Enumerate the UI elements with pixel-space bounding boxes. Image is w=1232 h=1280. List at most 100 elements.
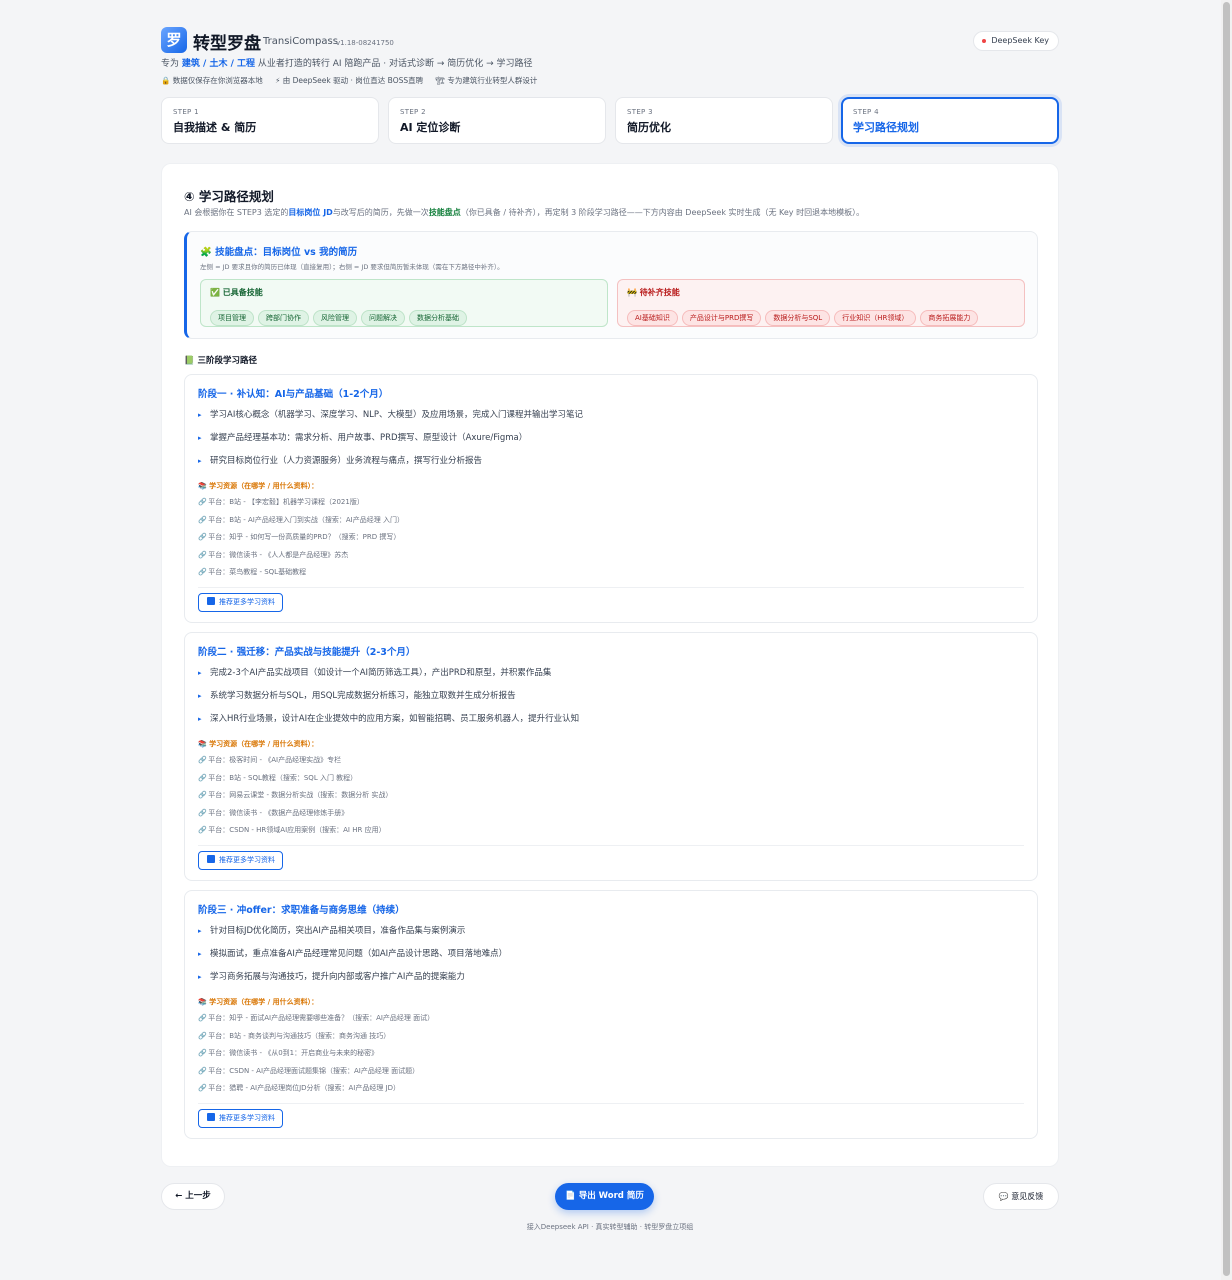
- resource-item[interactable]: 🔗 平台：CSDN - AI产品经理面试题集锦（搜索：AI产品经理 面试题）: [198, 1066, 434, 1084]
- goal-item: 深入HR行业场景，设计AI在企业提效中的应用方案，如智能招聘、员工服务机器人，提…: [198, 713, 579, 736]
- resource-item[interactable]: 🔗 平台：B站 - AI产品经理入门到实战（搜索：AI产品经理 入门）: [198, 515, 404, 533]
- page-footer: 接入Deepseek API · 真实转型辅助 · 转型罗盘立项组: [526, 1223, 694, 1231]
- resource-text: 平台：微信读书 - 《从0到1：开启商业与未来的秘密》: [208, 1049, 379, 1058]
- link-icon: 🔗: [198, 515, 207, 524]
- more-resources-button[interactable]: 推荐更多学习资料: [198, 593, 283, 612]
- more-resources-button[interactable]: 推荐更多学习资料: [198, 851, 283, 870]
- more-resources-label: 推荐更多学习资料: [219, 598, 275, 606]
- stage-card-3: 阶段三 · 冲offer：求职准备与商务思维（持续） 针对目标JD优化简历，突出…: [184, 890, 1038, 1139]
- stage-title: 阶段三 · 冲offer：求职准备与商务思维（持续）: [198, 905, 405, 916]
- link-icon: 🔗: [198, 773, 207, 782]
- step-number: STEP 2: [400, 108, 426, 116]
- resource-text: 平台：微信读书 - 《数据产品经理修炼手册》: [208, 808, 349, 817]
- link-icon: 🔗: [198, 826, 207, 835]
- step-number: STEP 4: [853, 108, 879, 116]
- link-icon: 🔗: [198, 498, 207, 506]
- resource-item[interactable]: 🔗 平台：B站 - 商务谈判与沟通技巧（搜索：商务沟通 技巧）: [198, 1031, 434, 1049]
- resource-item[interactable]: 🔗 平台：菜鸟教程 - SQL基础教程: [198, 567, 404, 585]
- stage-goals: 完成2-3个AI产品实战项目（如设计一个AI简历筛选工具），产出PRD和原型，并…: [198, 667, 579, 736]
- resource-item[interactable]: 🔗 平台：微信读书 - 《从0到1：开启商业与未来的秘密》: [198, 1048, 434, 1066]
- skill-tag: 数据分析与SQL: [765, 310, 831, 326]
- resource-text: 平台：网易云课堂 - 数据分析实战（搜索：数据分析 实战）: [208, 791, 393, 800]
- link-icon: 🔗: [198, 550, 207, 559]
- tab-step-1[interactable]: STEP 1 自我描述 & 简历: [161, 97, 379, 144]
- goal-item: 掌握产品经理基本功：需求分析、用户故事、PRD撰写、原型设计（Axure/Fig…: [198, 432, 583, 455]
- resource-text: 平台：微信读书 - 《人人都是产品经理》苏杰: [208, 550, 349, 559]
- badge-deepseek: ⚡ 由 DeepSeek 驱动 · 岗位直达 BOSS直聘: [275, 76, 424, 85]
- section-description: AI 会根据你在 STEP3 选定的目标岗位 JD与改写后的简历，先做一次技能盘…: [184, 207, 864, 218]
- resource-item[interactable]: 🔗 平台：极客时间 - 《AI产品经理实战》专栏: [198, 755, 392, 773]
- page-container: 罗 转型罗盘 TransiCompass v1.18-08241750 专为 建…: [161, 0, 1059, 1231]
- todo-skills-tags: AI基础知识 产品设计与PRD撰写 数据分析与SQL 行业知识（HR领域） 商务拓展能力: [627, 305, 1015, 326]
- resource-item[interactable]: 🔗 平台：知乎 - 面试AI产品经理需要哪些准备？（搜索：AI产品经理 面试）: [198, 1013, 434, 1031]
- step-name: 学习路径规划: [853, 121, 919, 134]
- skill-tag: AI基础知识: [627, 310, 678, 326]
- learning-path-card: ④ 学习路径规划 AI 会根据你在 STEP3 选定的目标岗位 JD与改写后的简…: [161, 163, 1059, 1167]
- resources-heading: 📚 学习资源（在哪学 / 用什么资料）：: [198, 482, 319, 490]
- have-skills-tags: 项目管理 跨部门协作 风险管理 问题解决 数据分析基础: [210, 305, 598, 326]
- step-number: STEP 3: [627, 108, 653, 116]
- skill-inventory-subtitle: 左侧 = JD 要求且你的简历已体现（直接复用）；右侧 = JD 要求但简历暂未…: [200, 263, 504, 271]
- deepseek-key-button[interactable]: DeepSeek Key: [973, 31, 1059, 51]
- resource-text: 平台：极客时间 - 《AI产品经理实战》专栏: [208, 756, 342, 764]
- desc-part: （你已具备 / 待补齐），再定制 3 阶段学习路径——下方内容由 DeepSee…: [460, 208, 865, 217]
- resource-item[interactable]: 🔗 平台：微信读书 - 《数据产品经理修炼手册》: [198, 808, 392, 826]
- stage-card-1: 阶段一 · 补认知：AI与产品基础（1-2个月） 学习AI核心概念（机器学习、深…: [184, 374, 1038, 623]
- resource-item[interactable]: 🔗 平台：微信读书 - 《人人都是产品经理》苏杰: [198, 550, 404, 568]
- divider: [198, 587, 1024, 588]
- skill-tag: 问题解决: [361, 310, 405, 326]
- resource-item[interactable]: 🔗 平台：CSDN - HR领域AI应用案例（搜索：AI HR 应用）: [198, 825, 392, 843]
- skill-tag: 数据分析基础: [409, 310, 467, 326]
- divider: [198, 1103, 1024, 1104]
- resource-item[interactable]: 🔗 平台：网易云课堂 - 数据分析实战（搜索：数据分析 实战）: [198, 790, 392, 808]
- link-icon: 🔗: [198, 1014, 207, 1022]
- skill-tag: 产品设计与PRD撰写: [681, 310, 762, 326]
- desc-highlight-skills: 技能盘点: [428, 208, 461, 217]
- tagline-highlight: 建筑 / 土木 / 工程: [181, 59, 255, 69]
- goal-item: 系统学习数据分析与SQL，用SQL完成数据分析练习，能独立取数并生成分析报告: [198, 690, 579, 713]
- resources-heading: 📚 学习资源（在哪学 / 用什么资料）：: [198, 740, 319, 748]
- step-number: STEP 1: [173, 108, 199, 116]
- tab-step-4[interactable]: STEP 4 学习路径规划: [841, 97, 1059, 144]
- stage-card-2: 阶段二 · 强迁移：产品实战与技能提升（2-3个月） 完成2-3个AI产品实战项…: [184, 632, 1038, 881]
- more-resources-label: 推荐更多学习资料: [219, 856, 275, 864]
- resource-text: 平台：B站 - SQL教程（搜索：SQL 入门 教程）: [208, 773, 358, 782]
- app-header: 罗 转型罗盘 TransiCompass v1.18-08241750 专为 建…: [161, 0, 1059, 96]
- goal-item: 学习AI核心概念（机器学习、深度学习、NLP、大模型）及应用场景，完成入门课程并…: [198, 409, 583, 432]
- book-icon: [207, 597, 215, 605]
- resource-text: 平台：B站 - AI产品经理入门到实战（搜索：AI产品经理 入门）: [208, 515, 404, 524]
- resource-item[interactable]: 🔗 平台：猎聘 - AI产品经理岗位JD分析（搜索：AI产品经理 JD）: [198, 1083, 434, 1101]
- stage-goals: 针对目标JD优化简历，突出AI产品相关项目，准备作品集与案例演示 模拟面试，重点…: [198, 925, 507, 994]
- tab-step-3[interactable]: STEP 3 简历优化: [615, 97, 833, 144]
- goal-item: 完成2-3个AI产品实战项目（如设计一个AI简历筛选工具），产出PRD和原型，并…: [198, 667, 579, 690]
- resource-item[interactable]: 🔗 平台：知乎 - 如何写一份高质量的PRD？（搜索：PRD 撰写）: [198, 532, 404, 550]
- book-icon: [207, 1113, 215, 1121]
- goal-item: 模拟面试，重点准备AI产品经理常见问题（如AI产品设计思路、项目落地难点）: [198, 948, 507, 971]
- resource-text: 平台：菜鸟教程 - SQL基础教程: [208, 568, 307, 577]
- tab-step-2[interactable]: STEP 2 AI 定位诊断: [388, 97, 606, 144]
- app-version: v1.18-08241750: [336, 39, 394, 47]
- page-scrollbar[interactable]: [1221, 0, 1232, 1280]
- have-skills-box: ✅ 已具备技能 项目管理 跨部门协作 风险管理 问题解决 数据分析基础: [200, 279, 608, 327]
- more-resources-button[interactable]: 推荐更多学习资料: [198, 1109, 283, 1128]
- skill-tag: 风险管理: [313, 310, 357, 326]
- resource-text: 平台：CSDN - AI产品经理面试题集锦（搜索：AI产品经理 面试题）: [208, 1066, 420, 1075]
- step-name: AI 定位诊断: [400, 121, 461, 134]
- prev-step-button[interactable]: ← 上一步: [161, 1183, 225, 1210]
- more-resources-label: 推荐更多学习资料: [219, 1114, 275, 1122]
- resource-item[interactable]: 🔗 平台：B站 - 【李宏毅】机器学习课程（2021版）: [198, 497, 404, 515]
- desc-highlight-jd: 目标岗位 JD: [288, 208, 333, 217]
- app-title: 转型罗盘: [193, 34, 261, 54]
- goal-item: 针对目标JD优化简历，突出AI产品相关项目，准备作品集与案例演示: [198, 925, 507, 948]
- stage-title: 阶段二 · 强迁移：产品实战与技能提升（2-3个月）: [198, 647, 416, 658]
- goal-item: 研究目标岗位行业（人力资源服务）业务流程与痛点，撰写行业分析报告: [198, 455, 583, 478]
- have-skills-title: ✅ 已具备技能: [210, 288, 263, 297]
- skill-tag: 跨部门协作: [258, 310, 309, 326]
- scrollbar-thumb[interactable]: [1223, 2, 1230, 1276]
- skill-tag: 行业知识（HR领域）: [834, 310, 917, 326]
- export-word-button[interactable]: 📄 导出 Word 简历: [555, 1183, 654, 1210]
- learning-path-title: 📗 三阶段学习路径: [184, 356, 258, 366]
- link-icon: 🔗: [198, 533, 207, 542]
- resource-item[interactable]: 🔗 平台：B站 - SQL教程（搜索：SQL 入门 教程）: [198, 773, 392, 791]
- feedback-button[interactable]: 💬 意见反馈: [983, 1183, 1059, 1210]
